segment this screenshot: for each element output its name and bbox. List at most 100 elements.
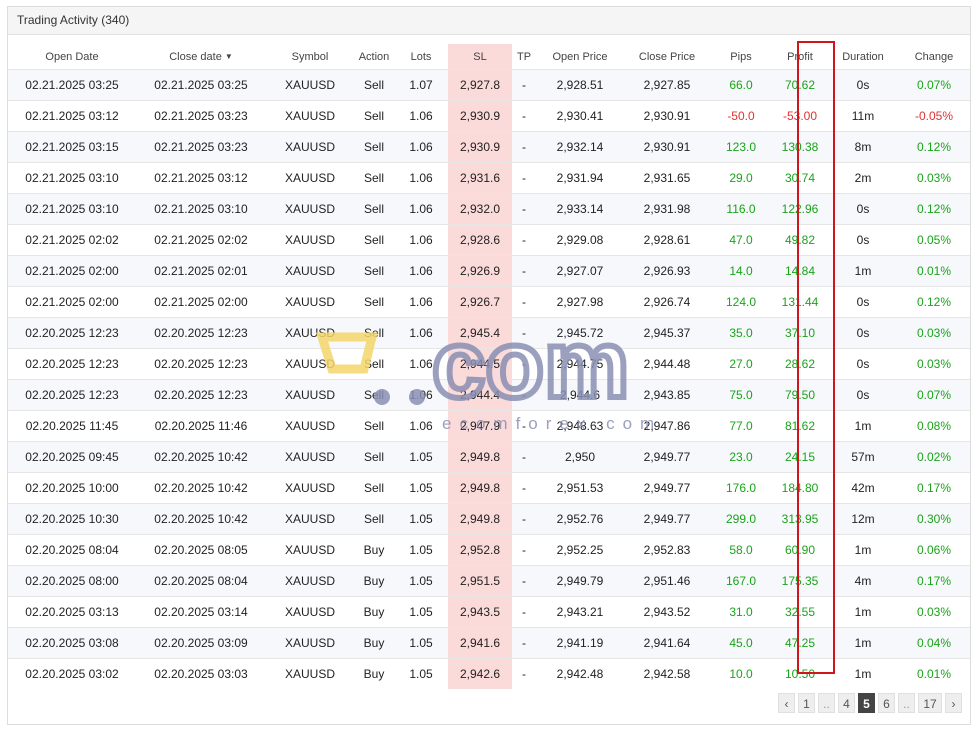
table-row: 02.20.2025 03:08 02.20.2025 03:09 XAUUSD Bu…	[8, 627, 970, 659]
cell-close-price: 2,930.91	[624, 131, 710, 163]
pagination-prev-button[interactable]: ‹	[778, 693, 795, 713]
cell-lots: 1.06	[394, 317, 448, 349]
cell-close-price: 2,926.74	[624, 286, 710, 318]
cell-sl: 2,928.6	[448, 224, 512, 256]
header-symbol[interactable]: Symbol	[266, 44, 354, 70]
header-sl[interactable]: SL	[448, 44, 512, 70]
trading-table: Open Date Close date ▼ Symbol Action Lots…	[8, 44, 970, 689]
header-change[interactable]: Change	[898, 44, 970, 70]
cell-open-date: 02.21.2025 03:12	[8, 100, 136, 132]
table-row: 02.21.2025 02:00 02.21.2025 02:00 XAUUSD Se…	[8, 286, 970, 318]
cell-tp: -	[512, 441, 536, 473]
cell-close-price: 2,931.65	[624, 162, 710, 194]
table-row: 02.21.2025 02:02 02.21.2025 02:02 XAUUSD Se…	[8, 224, 970, 256]
cell-pips: 66.0	[710, 69, 772, 101]
cell-change: 0.04%	[898, 627, 970, 659]
cell-close-date: 02.20.2025 12:23	[136, 317, 266, 349]
header-open-date[interactable]: Open Date	[8, 44, 136, 70]
cell-open-date: 02.20.2025 12:23	[8, 348, 136, 380]
cell-open-price: 2,945.72	[536, 317, 624, 349]
cell-close-price: 2,949.77	[624, 472, 710, 504]
cell-close-date: 02.20.2025 03:09	[136, 627, 266, 659]
cell-change: 0.12%	[898, 131, 970, 163]
cell-close-date: 02.21.2025 03:23	[136, 131, 266, 163]
pagination-page-6[interactable]: 6	[878, 693, 895, 713]
cell-close-price: 2,944.48	[624, 348, 710, 380]
cell-sl: 2,931.6	[448, 162, 512, 194]
cell-action: Buy	[354, 658, 394, 689]
header-open-price[interactable]: Open Price	[536, 44, 624, 70]
cell-close-price: 2,949.77	[624, 503, 710, 535]
cell-action: Buy	[354, 596, 394, 628]
cell-close-price: 2,926.93	[624, 255, 710, 287]
cell-pips: 47.0	[710, 224, 772, 256]
cell-change: -0.05%	[898, 100, 970, 132]
pagination-page-5[interactable]: 5	[858, 693, 875, 713]
pagination-page-1[interactable]: 1	[798, 693, 815, 713]
cell-action: Buy	[354, 565, 394, 597]
cell-change: 0.01%	[898, 658, 970, 689]
cell-open-price: 2,927.07	[536, 255, 624, 287]
header-close-price[interactable]: Close Price	[624, 44, 710, 70]
cell-close-date: 02.21.2025 03:10	[136, 193, 266, 225]
cell-tp: -	[512, 255, 536, 287]
cell-close-price: 2,951.46	[624, 565, 710, 597]
cell-pips: 31.0	[710, 596, 772, 628]
header-tp[interactable]: TP	[512, 44, 536, 70]
cell-sl: 2,951.5	[448, 565, 512, 597]
cell-action: Sell	[354, 224, 394, 256]
cell-tp: -	[512, 472, 536, 504]
cell-open-date: 02.21.2025 03:15	[8, 131, 136, 163]
cell-pips: 167.0	[710, 565, 772, 597]
cell-open-date: 02.21.2025 02:00	[8, 255, 136, 287]
cell-open-date: 02.20.2025 11:45	[8, 410, 136, 442]
cell-lots: 1.06	[394, 131, 448, 163]
cell-duration: 12m	[828, 503, 898, 535]
cell-change: 0.30%	[898, 503, 970, 535]
header-profit[interactable]: Profit	[772, 44, 828, 70]
cell-profit: 37.10	[772, 317, 828, 349]
cell-sl: 2,944.4	[448, 379, 512, 411]
cell-close-date: 02.20.2025 03:14	[136, 596, 266, 628]
header-lots[interactable]: Lots	[394, 44, 448, 70]
cell-sl: 2,941.6	[448, 627, 512, 659]
table-row: 02.21.2025 03:25 02.21.2025 03:25 XAUUSD Se…	[8, 69, 970, 101]
cell-close-price: 2,941.64	[624, 627, 710, 659]
cell-profit: 47.25	[772, 627, 828, 659]
cell-lots: 1.06	[394, 224, 448, 256]
cell-profit: 10.50	[772, 658, 828, 689]
cell-open-date: 02.20.2025 03:13	[8, 596, 136, 628]
table-row: 02.20.2025 12:23 02.20.2025 12:23 XAUUSD Se…	[8, 379, 970, 411]
pagination-next-button[interactable]: ›	[945, 693, 962, 713]
header-pips[interactable]: Pips	[710, 44, 772, 70]
cell-close-price: 2,927.85	[624, 69, 710, 101]
cell-tp: -	[512, 534, 536, 566]
cell-close-date: 02.21.2025 02:00	[136, 286, 266, 318]
table-row: 02.21.2025 03:10 02.21.2025 03:10 XAUUSD Se…	[8, 193, 970, 225]
pagination-page-4[interactable]: 4	[838, 693, 855, 713]
header-close-date[interactable]: Close date ▼	[136, 44, 266, 70]
cell-duration: 1m	[828, 255, 898, 287]
header-duration[interactable]: Duration	[828, 44, 898, 70]
cell-tp: -	[512, 162, 536, 194]
cell-lots: 1.07	[394, 69, 448, 101]
cell-pips: 10.0	[710, 658, 772, 689]
cell-sl: 2,952.8	[448, 534, 512, 566]
cell-duration: 1m	[828, 658, 898, 689]
cell-tp: -	[512, 69, 536, 101]
cell-close-price: 2,930.91	[624, 100, 710, 132]
cell-duration: 57m	[828, 441, 898, 473]
cell-symbol: XAUUSD	[266, 193, 354, 225]
pagination-page-17[interactable]: 17	[918, 693, 942, 713]
header-action[interactable]: Action	[354, 44, 394, 70]
cell-profit: 81.62	[772, 410, 828, 442]
cell-change: 0.12%	[898, 286, 970, 318]
cell-action: Sell	[354, 317, 394, 349]
cell-change: 0.03%	[898, 348, 970, 380]
cell-open-price: 2,932.14	[536, 131, 624, 163]
cell-duration: 1m	[828, 410, 898, 442]
cell-sl: 2,926.9	[448, 255, 512, 287]
cell-lots: 1.05	[394, 658, 448, 689]
cell-sl: 2,932.0	[448, 193, 512, 225]
cell-symbol: XAUUSD	[266, 255, 354, 287]
